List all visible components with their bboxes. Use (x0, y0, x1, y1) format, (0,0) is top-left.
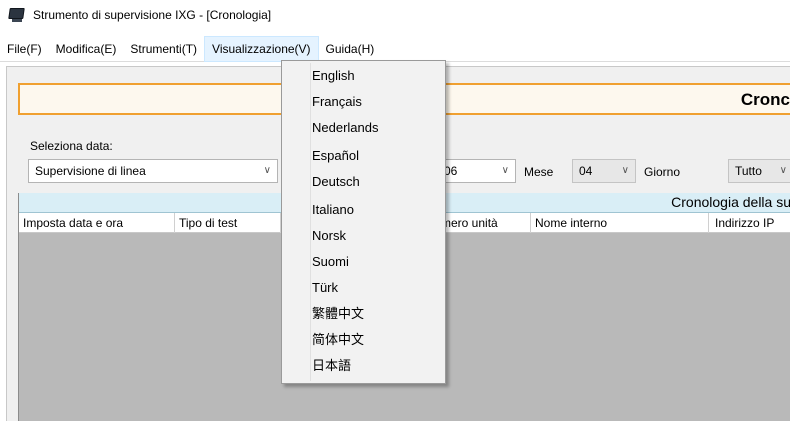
mode-select-value: Supervisione di linea (35, 164, 146, 178)
language-option-italian[interactable]: Italiano (312, 199, 354, 221)
menu-file[interactable]: File(F) (0, 36, 49, 62)
language-option-dutch[interactable]: Nederlands (312, 117, 379, 139)
language-option-spanish[interactable]: Español (312, 145, 359, 167)
column-header-internal-name[interactable]: Nome interno (531, 213, 709, 233)
language-option-norwegian[interactable]: Norsk (312, 225, 346, 247)
table-caption-text: Cronologia della su (671, 194, 790, 210)
chevron-down-icon: ∨ (779, 165, 787, 176)
month-select-value: 04 (579, 164, 593, 178)
language-option-simplified-chinese[interactable]: 简体中文 (312, 329, 364, 351)
page-title: Cronc (740, 90, 790, 109)
language-option-english[interactable]: English (312, 65, 355, 87)
column-header-test-type[interactable]: Tipo di test (175, 213, 281, 233)
window-title: Strumento di supervisione IXG - [Cronolo… (33, 8, 272, 22)
title-bar: Strumento di supervisione IXG - [Cronolo… (0, 0, 790, 30)
menu-bar: File(F) Modifica(E) Strumenti(T) Visuali… (0, 35, 790, 62)
menu-guida[interactable]: Guida(H) (319, 36, 382, 62)
language-option-german[interactable]: Deutsch (312, 171, 360, 193)
day-select-value: Tutto (735, 164, 762, 178)
language-option-japanese[interactable]: 日本語 (312, 355, 351, 377)
language-option-traditional-chinese[interactable]: 繁體中文 (312, 303, 364, 325)
chevron-down-icon: ∨ (501, 165, 509, 176)
year-select[interactable]: 06 ∨ (436, 159, 516, 183)
column-header-ip-address[interactable]: Indirizzo IP (709, 213, 790, 233)
menu-strumenti[interactable]: Strumenti(T) (123, 36, 204, 62)
month-select[interactable]: 04 ∨ (572, 159, 636, 183)
language-option-turkish[interactable]: Türk (312, 277, 338, 299)
column-header-unit-number[interactable]: mero unità (431, 213, 531, 233)
column-header-datetime[interactable]: Imposta data e ora (19, 213, 175, 233)
mode-select[interactable]: Supervisione di linea ∨ (28, 159, 278, 183)
menu-visualizzazione[interactable]: Visualizzazione(V) (204, 35, 319, 62)
chevron-down-icon: ∨ (621, 165, 629, 176)
year-select-value: 06 (444, 164, 458, 178)
day-label: Giorno (644, 165, 681, 179)
month-label: Mese (524, 165, 554, 179)
chevron-down-icon: ∨ (263, 165, 271, 176)
language-menu: English Français Nederlands Español Deut… (281, 60, 446, 384)
language-option-french[interactable]: Français (312, 91, 362, 113)
day-select[interactable]: Tutto ∨ (728, 159, 790, 183)
select-date-label: Seleziona data: (30, 139, 113, 153)
menu-modifica[interactable]: Modifica(E) (49, 36, 124, 62)
language-option-finnish[interactable]: Suomi (312, 251, 349, 273)
monitor-icon (8, 7, 26, 23)
menu-gutter (310, 63, 311, 381)
